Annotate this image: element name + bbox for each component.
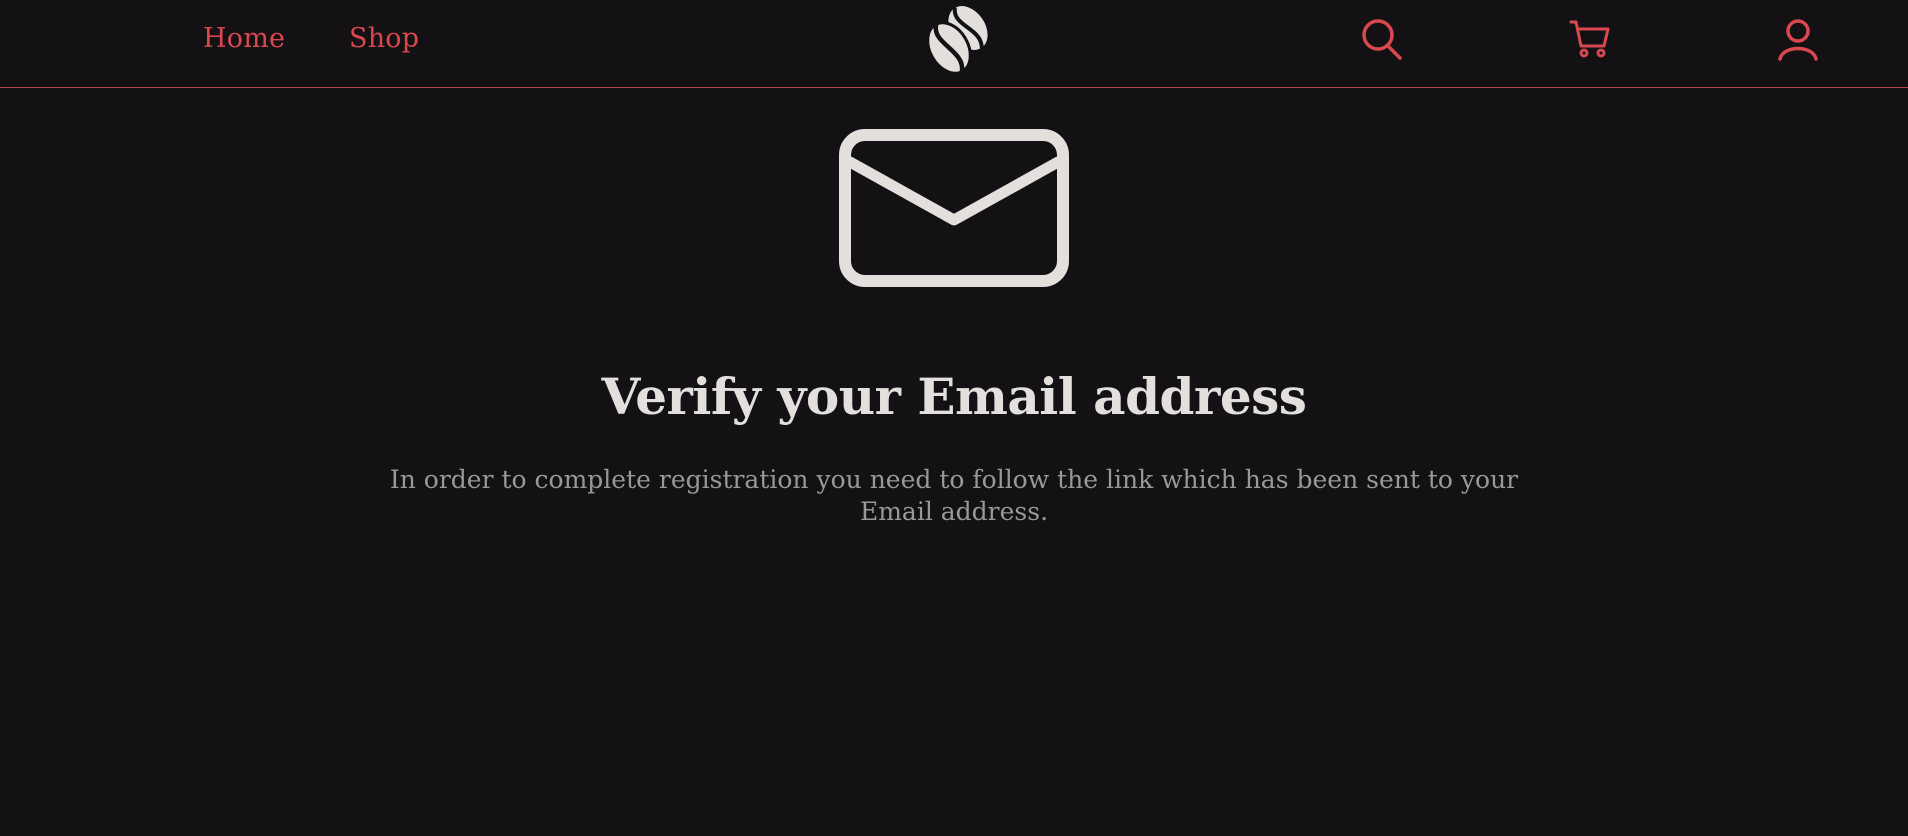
nav-shop-link[interactable]: Shop [349, 20, 419, 58]
user-icon[interactable] [1775, 17, 1821, 63]
cart-icon[interactable] [1567, 17, 1613, 63]
coffee-beans-icon[interactable] [913, 0, 995, 80]
verification-message: In order to complete registration you ne… [389, 465, 1519, 526]
site-header: Home Shop [0, 0, 1908, 88]
search-icon[interactable] [1358, 17, 1404, 63]
nav-home-link[interactable]: Home [203, 20, 285, 58]
envelope-icon [838, 128, 1070, 288]
page-title: Verify your Email address [601, 367, 1307, 426]
